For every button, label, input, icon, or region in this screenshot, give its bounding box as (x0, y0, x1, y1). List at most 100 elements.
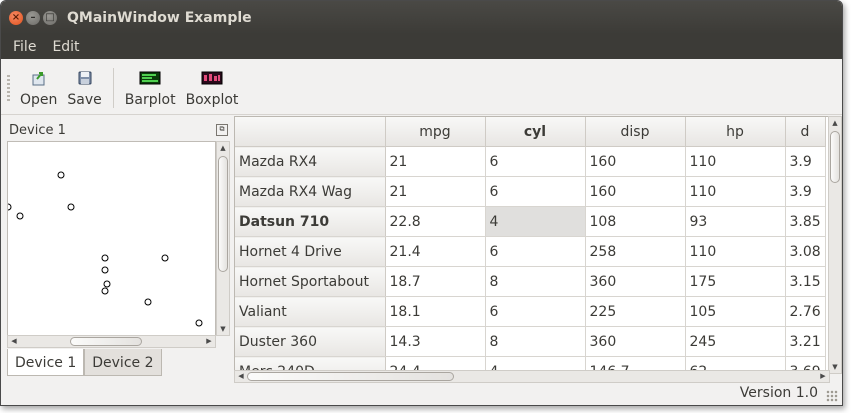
table-cell[interactable]: 21 (385, 176, 486, 207)
window-title: QMainWindow Example (67, 9, 252, 26)
device-dock: Device 1 ⧉ ▲ ▼ ◀ ▶ Device 1 Device 2 (6, 121, 231, 381)
plot-vertical-scrollbar[interactable]: ▲ ▼ (216, 141, 230, 336)
row-header[interactable]: Mazda RX4 Wag (235, 176, 386, 207)
scroll-up-arrow-icon[interactable]: ▲ (218, 144, 228, 152)
table-cell[interactable]: 108 (585, 206, 686, 237)
table-cell[interactable]: 110 (685, 236, 786, 267)
scroll-left-arrow-icon[interactable]: ◀ (9, 337, 19, 345)
column-header-disp[interactable]: disp (585, 117, 686, 147)
row-header[interactable]: Duster 360 (235, 326, 386, 357)
row-header[interactable]: Mazda RX4 (235, 146, 386, 177)
table-cell[interactable]: 225 (585, 296, 686, 327)
plot-point (101, 254, 109, 262)
table-cell[interactable]: 6 (485, 176, 586, 207)
table-cell[interactable]: 18.1 (385, 296, 486, 327)
table-cell[interactable]: 110 (685, 176, 786, 207)
table-vertical-scrollbar[interactable]: ▲ ▼ (828, 116, 842, 374)
table-scroll-up-arrow-icon[interactable]: ▲ (830, 119, 840, 127)
table-cell[interactable]: 22.8 (385, 206, 486, 237)
barplot-icon (139, 71, 161, 85)
scroll-down-arrow-icon[interactable]: ▼ (218, 325, 228, 333)
table-cell[interactable]: 8 (485, 266, 586, 297)
table-cell[interactable]: 6 (485, 236, 586, 267)
toolbar-grip-handle[interactable] (7, 75, 10, 101)
scroll-right-arrow-icon[interactable]: ▶ (204, 337, 214, 345)
device-tabs: Device 1 Device 2 (7, 349, 162, 376)
plot-point (101, 266, 109, 274)
menu-file[interactable]: File (5, 39, 44, 55)
table-scroll-left-arrow-icon[interactable]: ◀ (236, 372, 246, 380)
table-cell[interactable]: 6 (485, 296, 586, 327)
plot-vscroll-thumb[interactable] (218, 156, 228, 272)
tab-device-2[interactable]: Device 2 (84, 349, 162, 376)
table-cell[interactable]: 175 (685, 266, 786, 297)
column-header-hp[interactable]: hp (685, 117, 786, 147)
table-cell[interactable]: 360 (585, 266, 686, 297)
table-cell[interactable]: 3.08 (785, 236, 826, 267)
table-cell[interactable]: 160 (585, 146, 686, 177)
table-cell[interactable]: 6 (485, 146, 586, 177)
table-cell[interactable]: 18.7 (385, 266, 486, 297)
plot-point (101, 287, 109, 295)
table-cell[interactable]: 3.85 (785, 206, 826, 237)
plot-horizontal-scrollbar[interactable]: ◀ ▶ (7, 335, 216, 348)
table-scroll-right-arrow-icon[interactable]: ▶ (818, 372, 828, 380)
table-cell[interactable]: 105 (685, 296, 786, 327)
column-header-mpg[interactable]: mpg (385, 117, 486, 147)
plot-point (16, 212, 24, 220)
column-header-d[interactable]: d (785, 117, 826, 147)
save-button[interactable]: Save (62, 70, 106, 114)
table-row: Duster 360 14.3 8 360 245 3.21 (235, 326, 826, 357)
plot-point (144, 298, 152, 306)
toolbar: Open Save Barplot Boxplot (1, 59, 842, 115)
table-cell[interactable]: 21.4 (385, 236, 486, 267)
column-header-cyl[interactable]: cyl (485, 117, 586, 147)
table-cell[interactable]: 8 (485, 326, 586, 357)
table-cell[interactable]: 21 (385, 146, 486, 177)
plot-point (8, 203, 12, 211)
table-row: Datsun 710 22.8 4 108 93 3.85 (235, 206, 826, 237)
row-header[interactable]: Hornet Sportabout (235, 266, 386, 297)
row-header[interactable]: Datsun 710 (235, 206, 386, 237)
table-vscroll-thumb[interactable] (830, 131, 840, 183)
tab-device-1[interactable]: Device 1 (7, 349, 85, 376)
dock-float-icon[interactable]: ⧉ (216, 124, 228, 136)
open-button[interactable]: Open (15, 70, 62, 114)
table-cell[interactable]: 14.3 (385, 326, 486, 357)
data-table: mpg cyl disp hp d Mazda RX4 21 6 160 110 3.9 Mazda… (234, 116, 830, 374)
table-cell[interactable]: 3.9 (785, 176, 826, 207)
close-window-button[interactable]: × (9, 10, 23, 25)
table-cell[interactable]: 3.21 (785, 326, 826, 357)
maximize-window-button[interactable]: □ (43, 10, 57, 25)
table-horizontal-scrollbar[interactable]: ◀ ▶ (234, 370, 830, 383)
resize-grip-handle[interactable] (826, 390, 838, 402)
table-cell[interactable]: 2.76 (785, 296, 826, 327)
menu-edit[interactable]: Edit (44, 39, 87, 55)
row-header[interactable]: Valiant (235, 296, 386, 327)
dock-title-label: Device 1 (9, 123, 66, 138)
table-row: Mazda RX4 Wag 21 6 160 110 3.9 (235, 176, 826, 207)
table-cell[interactable]: 160 (585, 176, 686, 207)
table-cell[interactable]: 3.15 (785, 266, 826, 297)
barplot-button-label: Barplot (124, 92, 176, 108)
table-hscroll-thumb[interactable] (247, 372, 454, 381)
table-cell[interactable]: 360 (585, 326, 686, 357)
table-cell[interactable]: 258 (585, 236, 686, 267)
barplot-button[interactable]: Barplot (120, 70, 181, 114)
plot-point (57, 171, 65, 179)
boxplot-icon (201, 71, 223, 85)
boxplot-button[interactable]: Boxplot (181, 70, 244, 114)
plot-canvas (7, 141, 216, 336)
title-bar[interactable]: × – □ QMainWindow Example (1, 1, 842, 34)
table-cell[interactable]: 3.9 (785, 146, 826, 177)
row-header[interactable]: Hornet 4 Drive (235, 236, 386, 267)
save-button-label: Save (67, 92, 102, 108)
table-cell[interactable]: 245 (685, 326, 786, 357)
table-scroll-down-arrow-icon[interactable]: ▼ (830, 363, 840, 371)
minimize-window-button[interactable]: – (26, 10, 40, 25)
corner-header[interactable] (235, 117, 386, 147)
plot-hscroll-thumb[interactable] (70, 337, 142, 346)
table-cell[interactable]: 4 (485, 206, 586, 237)
table-cell[interactable]: 93 (685, 206, 786, 237)
table-cell[interactable]: 110 (685, 146, 786, 177)
